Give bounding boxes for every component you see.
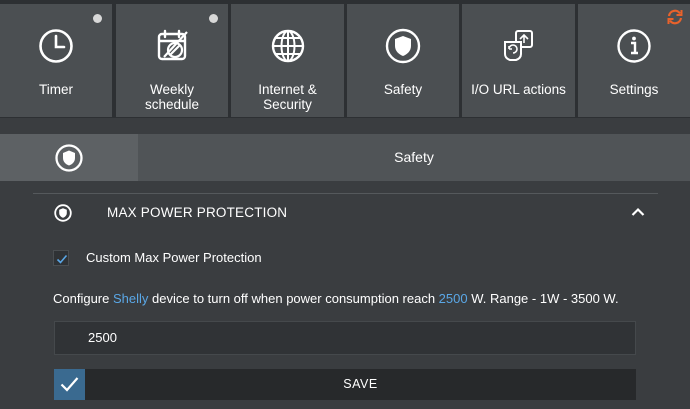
shield-icon: [54, 204, 72, 222]
calendar-off-icon: [157, 29, 188, 61]
status-dot: [93, 14, 102, 23]
tile-label: I/O URL actions: [471, 82, 566, 97]
max-power-input[interactable]: 2500: [54, 321, 636, 355]
checkmark-icon: [56, 254, 68, 264]
status-dot: [209, 14, 218, 23]
top-navigation: Timer Weekly schedule Internet & Securit…: [0, 0, 690, 118]
page-title: Safety: [394, 149, 434, 165]
description-text: Configure Shelly device to turn off when…: [53, 290, 619, 308]
description-part: W. Range - 1W - 3500 W.: [467, 291, 619, 306]
tile-label: Settings: [609, 82, 659, 97]
tile-label: Safety: [383, 82, 423, 97]
clock-icon: [39, 29, 73, 63]
chevron-up-icon[interactable]: [631, 207, 645, 217]
checkmark-icon: [60, 377, 79, 392]
shield-icon: [385, 28, 421, 64]
tile-label: Weekly schedule: [144, 82, 200, 112]
tile-safety[interactable]: Safety: [347, 4, 459, 117]
custom-max-power-checkbox[interactable]: [53, 250, 69, 266]
safety-header-icon-box: [0, 134, 138, 181]
device-name: Shelly: [112, 291, 149, 306]
globe-icon: [271, 29, 304, 63]
checkbox-label: Custom Max Power Protection: [86, 250, 262, 265]
description-part: device to turn off when power consumptio…: [148, 291, 439, 306]
info-icon: [617, 29, 651, 63]
tile-label: Timer: [39, 82, 73, 97]
save-label: SAVE: [343, 377, 378, 391]
tile-label: Internet & Security: [258, 82, 317, 112]
io-actions-icon: [503, 30, 533, 61]
shield-icon: [55, 144, 83, 172]
tile-io-url-actions[interactable]: I/O URL actions: [462, 4, 575, 117]
tile-timer[interactable]: Timer: [0, 4, 112, 117]
refresh-icon[interactable]: [666, 8, 684, 26]
max-power-protection-panel: MAX POWER PROTECTION Custom Max Power Pr…: [33, 193, 658, 409]
power-value: 2500: [438, 291, 468, 306]
tile-weekly-schedule[interactable]: Weekly schedule: [116, 4, 228, 117]
save-check-box: [54, 369, 85, 400]
save-button[interactable]: SAVE: [54, 369, 636, 400]
safety-header: Safety: [0, 134, 690, 181]
section-header[interactable]: MAX POWER PROTECTION: [33, 194, 658, 232]
tile-internet-security[interactable]: Internet & Security: [231, 4, 344, 117]
description-part: Configure: [53, 291, 113, 306]
section-title: MAX POWER PROTECTION: [107, 205, 288, 220]
